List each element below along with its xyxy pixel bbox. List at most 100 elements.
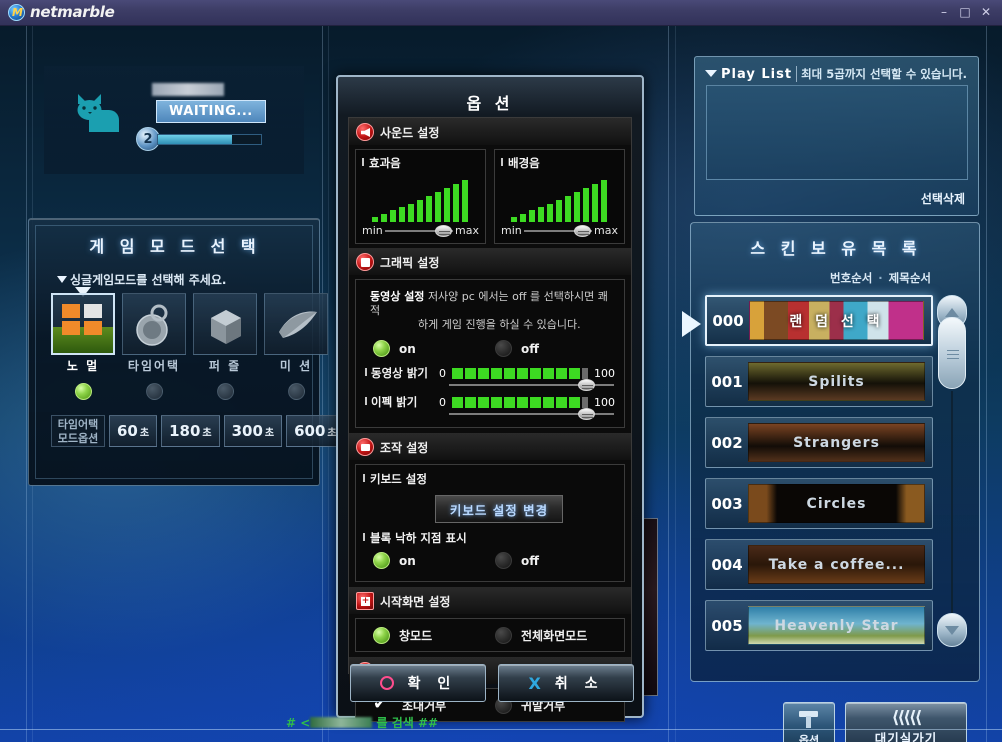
scrollbar-track[interactable] — [951, 391, 953, 627]
skin-row-001-name: Spilits — [808, 373, 865, 390]
effect-volume-track[interactable] — [384, 224, 454, 237]
chat-masked-text — [310, 717, 373, 728]
game-mode-puzzle-radio[interactable] — [216, 383, 234, 400]
bgm-volume-track[interactable] — [523, 224, 593, 237]
skin-row-000[interactable]: 000 랜 덤 선 택 — [705, 295, 933, 346]
player-card: WAITING... 2 — [44, 66, 304, 174]
confirm-button-label: 확 인 — [407, 676, 457, 692]
window-mode-label: 창모드 — [399, 629, 433, 643]
minimize-button[interactable]: – — [936, 5, 952, 20]
chat-divider — [0, 729, 1002, 730]
video-off-option[interactable]: off — [495, 340, 617, 357]
time-option-180[interactable]: 180 초 — [161, 415, 220, 447]
fullscreen-mode-radio[interactable] — [495, 627, 512, 644]
skin-row-005-number: 005 — [711, 616, 743, 635]
cat-avatar-icon — [77, 94, 119, 132]
options-dialog-body: 사운드 설정 효과음 min max 배경음 min max 그래픽 설정 동영… — [348, 117, 632, 722]
effect-brightness-slider[interactable] — [449, 408, 614, 420]
skin-row-005-thumbnail: Heavenly Star — [748, 606, 925, 645]
game-mode-normal[interactable]: 노 멀 — [51, 293, 115, 400]
skin-row-004[interactable]: 004 Take a coffee... — [705, 539, 933, 590]
skin-list-title: 스 킨 보 유 목 록 — [750, 239, 922, 258]
game-mode-grid: 노 멀 타임어택 퍼 즐 미 션 — [51, 293, 328, 400]
drop-marker-on-option[interactable]: on — [373, 552, 495, 569]
game-mode-mission-label: 미 션 — [279, 359, 313, 373]
option-button[interactable]: 옵션 — [783, 702, 835, 742]
time-option-60[interactable]: 60 초 — [109, 415, 158, 447]
chat-suffix: 를 검색 ## — [376, 716, 439, 730]
effect-volume-max-label: max — [455, 224, 479, 237]
section-graphic-header: 그래픽 설정 — [349, 248, 631, 275]
skin-row-002-number: 002 — [711, 433, 743, 452]
window-mode-option[interactable]: 창모드 — [373, 627, 495, 644]
chat-prefix: # — [286, 716, 297, 730]
sort-by-number-button[interactable]: 번호순서 — [830, 271, 872, 285]
game-mode-normal-radio[interactable] — [74, 383, 92, 400]
section-sound-title: 사운드 설정 — [380, 125, 440, 140]
bgm-volume-meter — [511, 180, 618, 222]
main-stage: WAITING... 2 게 임 모 드 선 택 싱글게임모드를 선택해 주세요… — [0, 26, 1002, 742]
bgm-volume-slider[interactable]: min max — [501, 224, 618, 237]
playlist-panel: Play List 최대 5곱까지 선택할 수 있습니다. 선택삭제 — [694, 56, 979, 216]
effect-brightness-row: 이펙 밝기 0 100 — [363, 390, 617, 410]
keyboard-config-button[interactable]: 키보드 설정 변경 — [435, 495, 563, 523]
skin-row-001[interactable]: 001 Spilits — [705, 356, 933, 407]
video-on-label: on — [399, 341, 416, 356]
sort-separator: · — [878, 271, 883, 285]
playlist-delete-button[interactable]: 선택삭제 — [921, 190, 965, 207]
scroll-down-button[interactable] — [937, 613, 967, 647]
skin-row-003[interactable]: 003 Circles — [705, 478, 933, 529]
cancel-button[interactable]: X 취 소 — [498, 664, 634, 702]
startup-mode-row: 창모드 전체화면모드 — [363, 621, 617, 648]
video-brightness-slider[interactable] — [449, 379, 614, 391]
fullscreen-mode-option[interactable]: 전체화면모드 — [495, 627, 617, 644]
go-to-lobby-button[interactable]: ⟨⟨⟨⟨⟨ 대기실가기 — [845, 702, 967, 742]
game-mode-title: 게 임 모 드 선 택 — [89, 237, 261, 256]
time-option-300[interactable]: 300 초 — [223, 415, 283, 447]
screen-plus-icon: + — [356, 592, 374, 610]
skin-row-003-number: 003 — [711, 494, 743, 513]
effect-volume-slider[interactable]: min max — [362, 224, 479, 237]
drop-marker-on-radio[interactable] — [373, 552, 390, 569]
effect-volume-knob[interactable] — [435, 224, 453, 237]
game-mode-mission-radio[interactable] — [287, 383, 305, 400]
skin-list-scrollbar[interactable] — [937, 295, 967, 647]
time-option-300-unit: 초 — [264, 427, 275, 439]
time-option-label-line2: 모드옵션 — [57, 432, 99, 445]
graphic-panel: 동영상 설정 저사양 pc 에서는 off 를 선택하시면 쾌적 하게 게임 진… — [355, 279, 625, 428]
section-graphic-title: 그래픽 설정 — [380, 255, 440, 270]
effect-brightness-knob[interactable] — [577, 408, 595, 420]
playlist-items-area[interactable] — [706, 85, 968, 180]
video-brightness-label: 동영상 밝기 — [365, 365, 433, 381]
game-mode-puzzle-label: 퍼 즐 — [208, 359, 242, 373]
scrollbar-grip-icon — [947, 350, 959, 351]
video-brightness-blocks — [452, 367, 588, 379]
drop-marker-off-label: off — [521, 553, 539, 568]
game-mode-mission[interactable]: 미 션 — [264, 293, 328, 400]
drop-marker-label: 블록 낙하 지점 표시 — [363, 530, 617, 546]
game-mode-timeattack-radio[interactable] — [145, 383, 163, 400]
drop-marker-off-option[interactable]: off — [495, 552, 617, 569]
effect-brightness-max: 100 — [594, 395, 615, 409]
video-on-option[interactable]: on — [373, 340, 495, 357]
game-mode-puzzle[interactable]: 퍼 즐 — [193, 293, 257, 400]
skin-row-002[interactable]: 002 Strangers — [705, 417, 933, 468]
sound-meters-row: 효과음 min max 배경음 min max — [355, 149, 625, 244]
effect-volume-label: 효과음 — [362, 155, 479, 171]
game-mode-normal-label: 노 멀 — [66, 359, 100, 373]
window-mode-radio[interactable] — [373, 627, 390, 644]
bgm-volume-knob[interactable] — [574, 224, 592, 237]
game-mode-timeattack[interactable]: 타임어택 — [122, 293, 186, 400]
confirm-button[interactable]: 확 인 — [350, 664, 486, 702]
skin-row-000-number: 000 — [712, 311, 744, 330]
sort-by-title-button[interactable]: 제목순서 — [889, 271, 931, 285]
video-on-radio[interactable] — [373, 340, 390, 357]
video-brightness-knob[interactable] — [577, 379, 595, 391]
drop-marker-off-radio[interactable] — [495, 552, 512, 569]
skin-row-005[interactable]: 005 Heavenly Star — [705, 600, 933, 651]
skin-row-003-name: Circles — [806, 495, 867, 512]
video-off-radio[interactable] — [495, 340, 512, 357]
maximize-button[interactable]: □ — [957, 5, 973, 20]
scrollbar-thumb[interactable] — [938, 317, 966, 389]
close-button[interactable]: ✕ — [978, 5, 994, 20]
